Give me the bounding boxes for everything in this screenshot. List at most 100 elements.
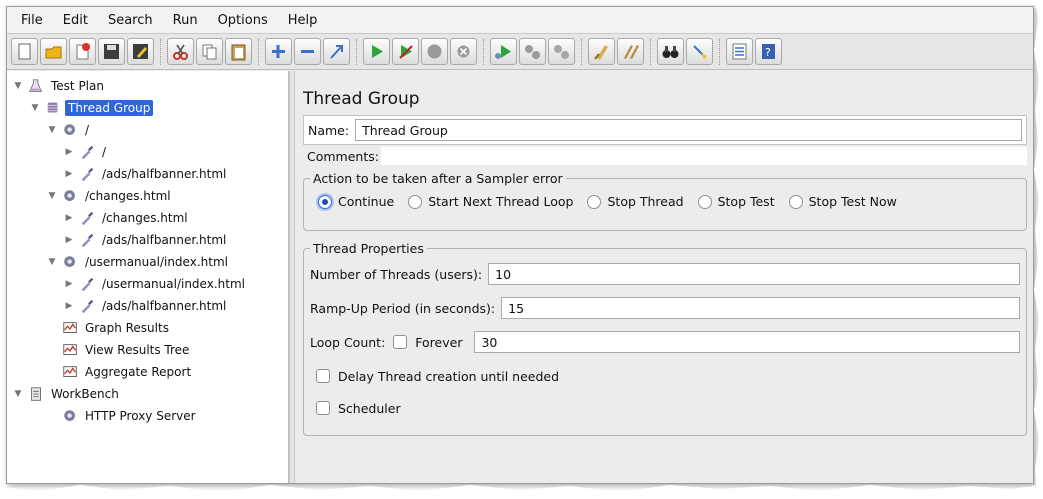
radio-continue[interactable]: Continue bbox=[318, 194, 394, 209]
tree-node[interactable]: ▶ /ads/halfbanner.html bbox=[7, 295, 288, 317]
radio-dot[interactable] bbox=[697, 194, 712, 209]
comments-input[interactable] bbox=[380, 147, 1027, 165]
tree-node-label: /ads/halfbanner.html bbox=[102, 167, 227, 181]
copy-button[interactable] bbox=[196, 38, 223, 65]
function-helper-button[interactable] bbox=[726, 38, 753, 65]
collapse-toggle-icon[interactable]: ▼ bbox=[45, 125, 59, 135]
radio-stop-test[interactable]: Stop Test bbox=[697, 194, 775, 209]
delay-thread-checkbox[interactable] bbox=[316, 369, 330, 383]
shutdown-icon bbox=[454, 42, 473, 61]
rampup-row: Ramp-Up Period (in seconds): 15 bbox=[310, 292, 1020, 324]
open-folder-button[interactable] bbox=[40, 38, 67, 65]
shutdown-button[interactable] bbox=[450, 38, 477, 65]
forever-checkbox[interactable] bbox=[393, 335, 408, 349]
remote-shutdown-icon bbox=[552, 42, 571, 61]
collapse-button[interactable] bbox=[294, 38, 321, 65]
menu-bar: File Edit Search Run Options Help bbox=[7, 7, 1033, 34]
radio-dot[interactable] bbox=[587, 194, 602, 209]
expand-toggle-icon[interactable]: ▶ bbox=[62, 235, 76, 245]
test-plan-tree[interactable]: ▼ Test Plan ▼ Thread Group ▼ / ▶ / ▶/ads/halfban… bbox=[7, 71, 295, 483]
thread-group-editor: Thread Group Name: Thread Group Comments… bbox=[289, 71, 1033, 483]
radio-dot[interactable] bbox=[408, 194, 423, 209]
stop-button[interactable] bbox=[421, 38, 448, 65]
page-title: Thread Group bbox=[303, 89, 420, 109]
radio-start-next-thread-loop[interactable]: Start Next Thread Loop bbox=[408, 194, 573, 209]
tree-node[interactable]: ▼ /usermanual/index.html bbox=[7, 251, 288, 273]
tree-node[interactable]: HTTP Proxy Server bbox=[7, 405, 288, 427]
clear-all-button[interactable] bbox=[617, 38, 644, 65]
paste-icon bbox=[229, 42, 248, 61]
expand-button[interactable] bbox=[265, 38, 292, 65]
delay-thread-label: Delay Thread creation until needed bbox=[338, 368, 560, 384]
thread-properties-legend: Thread Properties bbox=[313, 241, 424, 256]
tree-node[interactable]: ▶ /changes.html bbox=[7, 207, 288, 229]
radio-label: Stop Thread bbox=[607, 194, 684, 209]
delay-row: Delay Thread creation until needed bbox=[310, 360, 1020, 392]
function-helper-icon bbox=[730, 42, 749, 61]
name-input[interactable]: Thread Group bbox=[355, 119, 1022, 141]
clear-all-icon bbox=[621, 42, 640, 61]
expand-toggle-icon[interactable]: ▶ bbox=[62, 169, 76, 179]
paste-button[interactable] bbox=[225, 38, 252, 65]
expand-toggle-icon[interactable]: ▶ bbox=[62, 301, 76, 311]
tree-node-label: View Results Tree bbox=[85, 343, 190, 357]
templates-button[interactable] bbox=[69, 38, 96, 65]
collapse-toggle-icon[interactable]: ▼ bbox=[45, 191, 59, 201]
menu-run[interactable]: Run bbox=[163, 7, 208, 34]
radio-dot[interactable] bbox=[318, 194, 332, 209]
cut-button[interactable] bbox=[167, 38, 194, 65]
name-label: Name: bbox=[308, 122, 350, 138]
tree-node[interactable]: ▶ /ads/halfbanner.html bbox=[7, 163, 288, 185]
reset-search-broom-button[interactable] bbox=[686, 38, 713, 65]
collapse-toggle-icon[interactable]: ▼ bbox=[11, 389, 25, 399]
help-button[interactable]: ? bbox=[755, 38, 782, 65]
menu-help[interactable]: Help bbox=[278, 7, 328, 34]
search-binoculars-button[interactable] bbox=[657, 38, 684, 65]
tree-node[interactable]: ▼ /changes.html bbox=[7, 185, 288, 207]
jmeter-window: File Edit Search Run Options Help ? ▼ Tes… bbox=[6, 6, 1034, 484]
radio-stop-test-now[interactable]: Stop Test Now bbox=[788, 194, 897, 209]
threads-input[interactable]: 10 bbox=[488, 263, 1020, 285]
clear-button[interactable] bbox=[588, 38, 615, 65]
scheduler-checkbox[interactable] bbox=[316, 401, 330, 415]
expand-toggle-icon[interactable]: ▶ bbox=[62, 213, 76, 223]
save-as-button[interactable] bbox=[127, 38, 154, 65]
radio-stop-thread[interactable]: Stop Thread bbox=[587, 194, 684, 209]
tree-node[interactable]: Graph Results bbox=[7, 317, 288, 339]
start-no-timers-icon bbox=[396, 42, 415, 61]
save-button[interactable] bbox=[98, 38, 125, 65]
tree-node[interactable]: ▼ Thread Group bbox=[7, 97, 288, 119]
tree-node[interactable]: ▼ Test Plan bbox=[7, 75, 288, 97]
radio-dot[interactable] bbox=[788, 194, 803, 209]
menu-search[interactable]: Search bbox=[98, 7, 163, 34]
menu-edit[interactable]: Edit bbox=[53, 7, 98, 34]
remote-stop-icon bbox=[523, 42, 542, 61]
toolbar-separator bbox=[160, 38, 161, 65]
start-no-timers-button[interactable] bbox=[392, 38, 419, 65]
menu-options[interactable]: Options bbox=[208, 7, 278, 34]
menu-file[interactable]: File bbox=[11, 7, 53, 34]
loop-count-input[interactable]: 30 bbox=[474, 331, 1020, 353]
toggle-button[interactable] bbox=[323, 38, 350, 65]
tree-node[interactable]: ▶ / bbox=[7, 141, 288, 163]
remote-shutdown-button[interactable] bbox=[548, 38, 575, 65]
new-button[interactable] bbox=[11, 38, 38, 65]
tree-node[interactable]: ▼ WorkBench bbox=[7, 383, 288, 405]
remote-start-button[interactable] bbox=[490, 38, 517, 65]
collapse-toggle-icon[interactable]: ▼ bbox=[45, 257, 59, 267]
tree-node[interactable]: ▼ / bbox=[7, 119, 288, 141]
start-icon bbox=[367, 42, 386, 61]
tree-node[interactable]: View Results Tree bbox=[7, 339, 288, 361]
tree-node[interactable]: ▶ /usermanual/index.html bbox=[7, 273, 288, 295]
remote-stop-button[interactable] bbox=[519, 38, 546, 65]
collapse-toggle-icon[interactable]: ▼ bbox=[11, 81, 25, 91]
rampup-input[interactable]: 15 bbox=[501, 297, 1020, 319]
collapse-toggle-icon[interactable]: ▼ bbox=[28, 103, 42, 113]
toolbar-separator bbox=[356, 38, 357, 65]
start-button[interactable] bbox=[363, 38, 390, 65]
thread-properties-group: Thread Properties Number of Threads (use… bbox=[303, 241, 1027, 436]
expand-toggle-icon[interactable]: ▶ bbox=[62, 147, 76, 157]
expand-toggle-icon[interactable]: ▶ bbox=[62, 279, 76, 289]
tree-node[interactable]: Aggregate Report bbox=[7, 361, 288, 383]
tree-node[interactable]: ▶ /ads/halfbanner.html bbox=[7, 229, 288, 251]
